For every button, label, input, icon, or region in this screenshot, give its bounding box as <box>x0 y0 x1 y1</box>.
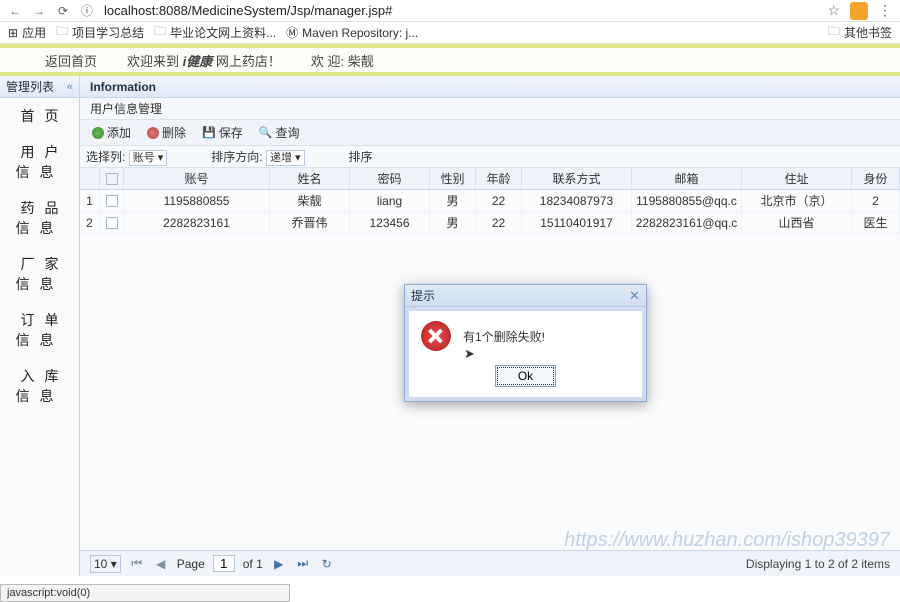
status-bar: javascript:void(0) <box>0 584 290 602</box>
sort-dir: 排序方向: 递增 ▾ <box>211 148 304 165</box>
table-row[interactable]: 2 2282823161乔晋伟123456男221511040191722828… <box>80 212 900 234</box>
row-checkbox[interactable] <box>106 195 118 207</box>
delete-button[interactable]: 删除 <box>141 123 192 142</box>
other-bookmarks[interactable]: 🗀其他书签 <box>828 22 892 43</box>
table-row[interactable]: 1 1195880855柴靓liang男22182340879731195880… <box>80 190 900 212</box>
row-checkbox[interactable] <box>106 217 118 229</box>
reload-icon[interactable]: ⟳ <box>56 4 70 18</box>
first-page-icon[interactable]: ⏮ <box>129 556 145 572</box>
page-input[interactable] <box>213 555 235 572</box>
pager-info: Displaying 1 to 2 of 2 items <box>746 557 890 571</box>
save-button[interactable]: 保存 <box>196 123 249 142</box>
select-col: 选择列: 账号 ▾ <box>86 148 167 165</box>
star-icon[interactable]: ☆ <box>827 2 840 19</box>
info-icon: ⓘ <box>80 4 94 18</box>
ok-button[interactable]: Ok <box>495 365 556 387</box>
welcome-text: 欢迎来到 i健康 网上药店！ <box>127 51 281 70</box>
apps-bookmark[interactable]: ⊞ 应用 <box>8 24 46 41</box>
sidebar-item-users[interactable]: 用户信息 <box>0 134 79 190</box>
collapse-icon[interactable]: « <box>67 76 73 98</box>
last-page-icon[interactable]: ⏭ <box>295 556 311 572</box>
sidebar-item-home[interactable]: 首页 <box>0 98 79 134</box>
next-page-icon[interactable]: ▶ <box>271 556 287 572</box>
page-of: of 1 <box>243 557 263 571</box>
dialog-title: 提示 <box>411 287 435 304</box>
user-label: 欢 迎: 柴靓 <box>311 51 374 70</box>
back-icon[interactable]: ← <box>8 4 22 18</box>
sidebar-item-vendors[interactable]: 厂家信息 <box>0 246 79 302</box>
sort-dropdown[interactable]: 递增 ▾ <box>266 150 305 166</box>
sidebar-item-drugs[interactable]: 药品信息 <box>0 190 79 246</box>
sidebar-item-stock[interactable]: 入库信息 <box>0 358 79 414</box>
forward-icon[interactable]: → <box>32 4 46 18</box>
sidebar-title: 管理列表 « <box>0 76 79 98</box>
panel-title: Information <box>80 76 900 98</box>
refresh-icon[interactable]: ↻ <box>319 556 335 572</box>
extension-icon[interactable] <box>850 2 868 20</box>
page-label: Page <box>177 557 205 571</box>
table-header: 账号姓名密码性别年龄联系方式邮箱住址身份 <box>80 168 900 190</box>
back-home-link[interactable]: 返回首页 <box>45 51 97 70</box>
search-button[interactable]: 查询 <box>253 123 306 142</box>
add-button[interactable]: 添加 <box>86 123 137 142</box>
page-size-select[interactable]: 10 ▾ <box>90 555 121 573</box>
close-icon[interactable]: ✕ <box>629 288 640 304</box>
dialog-message: 有1个删除失败! <box>463 328 545 345</box>
prev-page-icon[interactable]: ◀ <box>153 556 169 572</box>
select-col-dropdown[interactable]: 账号 ▾ <box>129 150 168 166</box>
select-all-checkbox[interactable] <box>106 173 118 185</box>
panel-subtitle: 用户信息管理 <box>80 98 900 120</box>
url-bar[interactable]: localhost:8088/MedicineSystem/Jsp/manage… <box>104 3 817 18</box>
menu-icon[interactable]: ⋮ <box>878 2 892 19</box>
error-icon <box>421 321 451 351</box>
bookmark-maven[interactable]: Ⓜ Maven Repository: j... <box>286 24 418 41</box>
sidebar-item-orders[interactable]: 订单信息 <box>0 302 79 358</box>
bookmark-folder-1[interactable]: 🗀项目学习总结 <box>56 22 144 43</box>
alert-dialog: 提示 ✕ 有1个删除失败! Ok <box>404 284 647 402</box>
sort-button[interactable]: 排序 <box>349 148 373 165</box>
bookmark-folder-2[interactable]: 🗀毕业论文网上资料... <box>154 22 276 43</box>
